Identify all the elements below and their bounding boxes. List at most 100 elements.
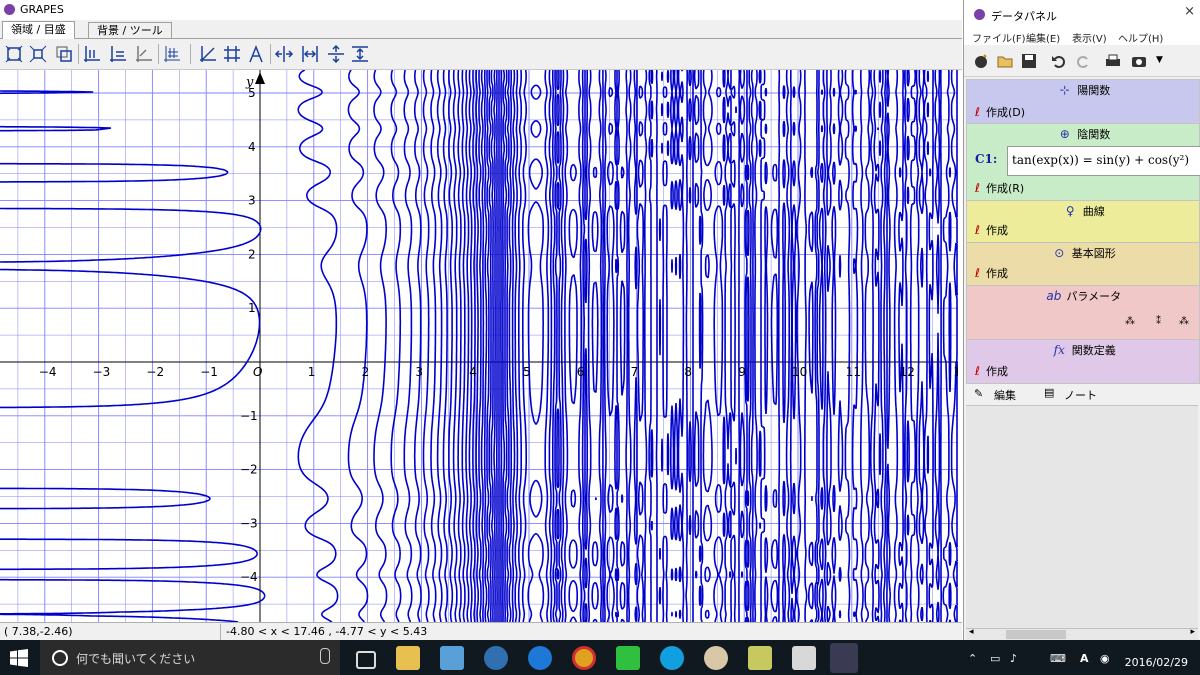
create-shape-button[interactable]: ℓ 作成 bbox=[975, 265, 1008, 281]
taskbar-clock[interactable]: 2016/02/29 bbox=[1125, 656, 1188, 669]
x-tick-label: 12 bbox=[900, 365, 915, 379]
section-implicit-function: ⊕ 陰関数 C1: tan(exp(x)) = sin(y) + cos(y²)… bbox=[966, 123, 1200, 201]
create-implicit-label: 作成(R) bbox=[985, 182, 1025, 195]
close-icon[interactable]: × bbox=[1184, 4, 1195, 19]
scroll-right-icon[interactable]: ▸ bbox=[1190, 627, 1195, 637]
app-icon-3[interactable] bbox=[704, 646, 728, 670]
main-window: GRAPES 領域 / 目盛 背景 / ツール y −4 −3 −2 −1 O … bbox=[0, 0, 962, 641]
y-tick-label: 5 bbox=[248, 86, 256, 100]
step-icon[interactable]: ⁑ bbox=[1156, 316, 1161, 327]
notification-icon[interactable]: ◉ bbox=[1100, 652, 1110, 665]
edit-button[interactable]: 編集 bbox=[994, 387, 1016, 403]
zoom-in-icon[interactable] bbox=[28, 44, 48, 64]
status-bar: ( 7.38,-2.46) -4.80 < x < 17.46 , -4.77 … bbox=[0, 622, 962, 641]
windows-taskbar: 何でも聞いてください ⌃ ▭ ♪ ⌨ A ◉ 2016/02/29 bbox=[0, 640, 1200, 675]
x-tick-label: 7 bbox=[631, 365, 639, 379]
camera-icon[interactable] bbox=[1130, 52, 1148, 70]
function-definition-label: 関数定義 bbox=[1071, 344, 1116, 357]
grapes-app-icon bbox=[4, 4, 15, 15]
note-button[interactable]: ノート bbox=[1064, 387, 1097, 403]
line-app-icon[interactable] bbox=[616, 646, 640, 670]
c1-formula-field[interactable]: tan(exp(x)) = sin(y) + cos(y²) bbox=[1007, 146, 1200, 176]
app-icon-2[interactable] bbox=[484, 646, 508, 670]
shrink-y-icon[interactable] bbox=[350, 44, 370, 64]
animate-icon[interactable]: ⁂ bbox=[1125, 316, 1135, 327]
app-icon-5[interactable] bbox=[792, 646, 816, 670]
axis-toggle-icon[interactable] bbox=[198, 44, 218, 64]
undo-icon[interactable] bbox=[1050, 52, 1068, 70]
redo-icon[interactable] bbox=[1074, 52, 1092, 70]
skype-icon[interactable] bbox=[660, 646, 684, 670]
network-icon[interactable]: ▭ bbox=[990, 652, 1000, 665]
scroll-left-icon[interactable]: ◂ bbox=[969, 627, 974, 637]
implicit-curve-c1 bbox=[0, 70, 958, 622]
save-icon[interactable] bbox=[1020, 52, 1038, 70]
ime-indicator[interactable]: A bbox=[1080, 652, 1089, 665]
label-toggle-icon[interactable] bbox=[246, 44, 266, 64]
app-icon-1[interactable] bbox=[440, 646, 464, 670]
open-folder-icon[interactable] bbox=[996, 52, 1014, 70]
axis-y-scale-icon[interactable] bbox=[108, 44, 128, 64]
menu-file[interactable]: ファイル(F) bbox=[972, 30, 1026, 45]
y-tick-label: 1 bbox=[248, 301, 256, 315]
scrollbar-thumb[interactable] bbox=[1006, 630, 1066, 639]
chrome-icon[interactable] bbox=[572, 646, 596, 670]
chevron-down-icon[interactable]: ▼ bbox=[1156, 55, 1163, 65]
cursor-coordinates: ( 7.38,-2.46) bbox=[4, 625, 73, 638]
section-basic-shapes: ⊙ 基本図形 ℓ 作成 bbox=[966, 242, 1200, 286]
expand-y-icon[interactable] bbox=[326, 44, 346, 64]
grapes-app-icon bbox=[974, 9, 985, 20]
new-file-icon[interactable] bbox=[972, 52, 990, 70]
internet-explorer-icon[interactable] bbox=[528, 646, 552, 670]
tab-strip: 領域 / 目盛 背景 / ツール bbox=[0, 20, 962, 39]
create-function-label: 作成 bbox=[985, 365, 1008, 378]
taskbar-search[interactable]: 何でも聞いてください bbox=[40, 640, 340, 675]
create-function-button[interactable]: ℓ 作成 bbox=[975, 363, 1008, 379]
volume-icon[interactable]: ♪ bbox=[1010, 652, 1017, 665]
app-icon-4[interactable] bbox=[748, 646, 772, 670]
graph-plot[interactable]: y −4−3−2−1O1234567891011121354321−1−2−3−… bbox=[0, 70, 958, 622]
create-implicit-button[interactable]: ℓ 作成(R) bbox=[975, 180, 1024, 196]
menu-view[interactable]: 表示(V) bbox=[1072, 30, 1107, 45]
create-curve-button[interactable]: ℓ 作成 bbox=[975, 222, 1008, 238]
curve-icon: ♀ bbox=[1065, 204, 1075, 218]
x-tick-label: −3 bbox=[93, 365, 111, 379]
create-explicit-button[interactable]: ℓ 作成(D) bbox=[975, 104, 1025, 120]
tab-region-scale[interactable]: 領域 / 目盛 bbox=[2, 21, 75, 39]
grapes-taskbar-icon[interactable] bbox=[830, 643, 858, 673]
keyboard-icon[interactable]: ⌨ bbox=[1050, 652, 1066, 665]
curve-path bbox=[0, 70, 958, 622]
windows-start-icon[interactable] bbox=[10, 649, 28, 667]
data-panel-title-bar: データパネル × bbox=[964, 0, 1200, 28]
file-explorer-icon[interactable] bbox=[396, 646, 420, 670]
print-icon[interactable] bbox=[1104, 52, 1122, 70]
task-view-icon[interactable] bbox=[356, 651, 376, 669]
zoom-fit-icon[interactable] bbox=[4, 44, 24, 64]
axis-x-scale-icon[interactable] bbox=[82, 44, 102, 64]
basic-shapes-icon: ⊙ bbox=[1054, 246, 1065, 260]
tray-chevron-icon[interactable]: ⌃ bbox=[968, 652, 977, 665]
graph-canvas[interactable]: y −4−3−2−1O1234567891011121354321−1−2−3−… bbox=[0, 70, 958, 622]
shrink-x-icon[interactable] bbox=[300, 44, 320, 64]
grid-dense-icon[interactable] bbox=[162, 44, 182, 64]
note-icon: ▤ bbox=[1044, 386, 1055, 399]
view-range: -4.80 < x < 17.46 , -4.77 < y < 5.43 bbox=[226, 625, 428, 638]
x-tick-label: 8 bbox=[684, 365, 692, 379]
c1-label: C1: bbox=[975, 152, 998, 166]
grid-toggle-icon[interactable] bbox=[222, 44, 242, 64]
menu-help[interactable]: ヘルプ(H) bbox=[1118, 30, 1163, 45]
graph-toolbar bbox=[0, 39, 962, 70]
axis-origin-icon[interactable] bbox=[134, 44, 154, 64]
zoom-box-icon[interactable] bbox=[54, 44, 74, 64]
create-explicit-label: 作成(D) bbox=[985, 106, 1026, 119]
menu-edit[interactable]: 編集(E) bbox=[1026, 30, 1060, 45]
search-placeholder: 何でも聞いてください bbox=[76, 652, 196, 666]
x-tick-label: −2 bbox=[146, 365, 164, 379]
y-tick-label: 3 bbox=[248, 194, 256, 208]
random-icon[interactable]: ⁂ bbox=[1179, 316, 1189, 327]
x-tick-label: 1 bbox=[308, 365, 316, 379]
microphone-icon[interactable] bbox=[320, 648, 330, 664]
tab-background-tools[interactable]: 背景 / ツール bbox=[88, 22, 172, 38]
expand-x-icon[interactable] bbox=[274, 44, 294, 64]
x-tick-label: 10 bbox=[792, 365, 807, 379]
